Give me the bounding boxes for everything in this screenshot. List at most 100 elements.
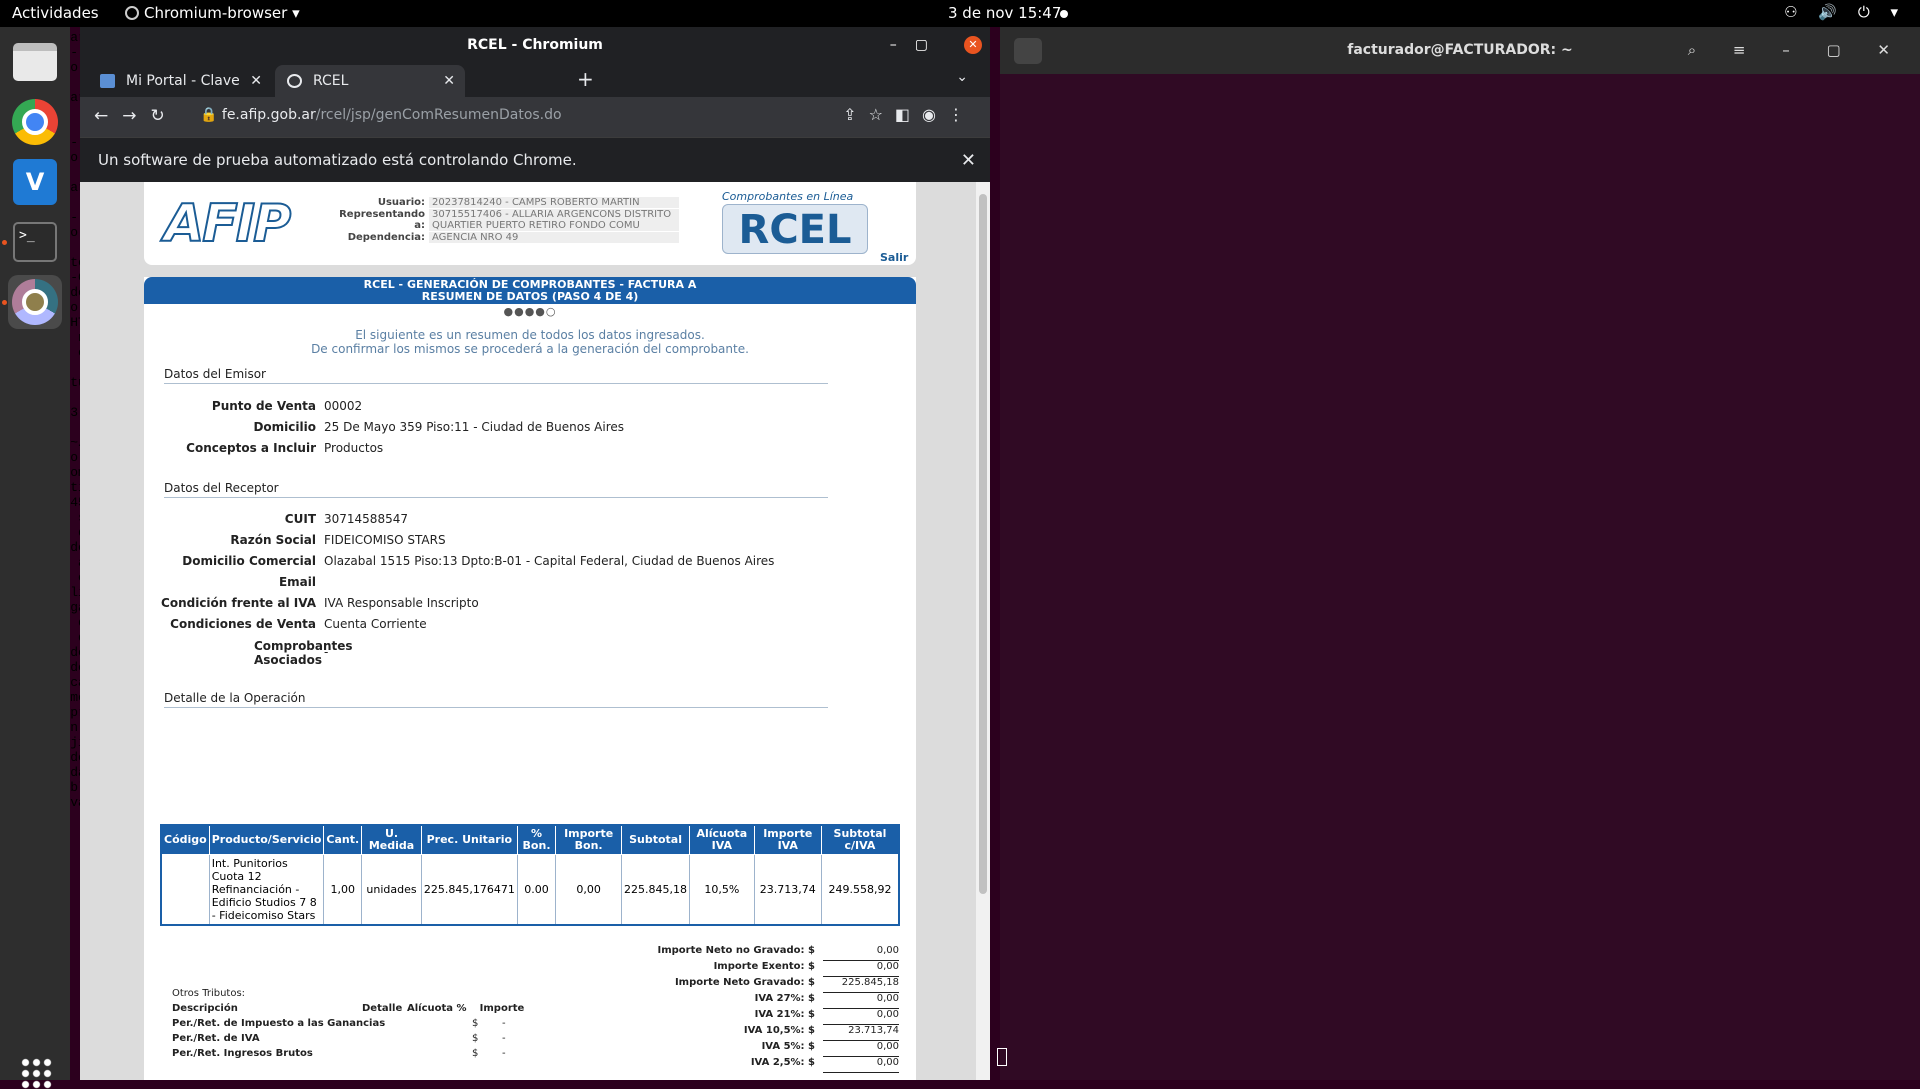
app-menu[interactable]: Chromium-browser ▾ [125,4,300,22]
total-value: 0,00 [823,1041,899,1057]
chromium-launcher[interactable] [8,275,62,329]
globe-icon [287,74,302,88]
table-header-row: Código Producto/Servicio Cant. U. Medida Pre… [160,824,900,855]
scrollbar[interactable] [976,182,990,1080]
total-row: IVA 10,5%: $ 23.713,74 [634,1025,899,1041]
window-title: RCEL - Chromium [467,37,603,53]
tab-search-icon[interactable]: ⌄ [956,69,968,85]
table-cell: unidades [361,854,422,926]
field-condicion-iva: Condición frente al IVA IVA Responsable I… [144,596,844,610]
close-infobar-icon[interactable]: ✕ [961,138,976,183]
column-header: Producto/Servicio [208,824,325,855]
activities-button[interactable]: Actividades [12,4,99,22]
table-cell: 249.558,92 [820,854,900,926]
field-label: Comprobantes Asociados [254,639,353,667]
terminal-titlebar: facturador@FACTURADOR: ~ ⌕ ≡ – ▢ ✕ [1000,27,1920,74]
afip-favicon-icon [100,74,115,88]
new-tab-button[interactable]: + [577,67,594,91]
representando-label: Representando a: [339,209,425,231]
field-email: Email [144,575,844,589]
vscode-icon: V [13,159,57,205]
field-label: CUIT [284,512,316,526]
top-bar: Actividades Chromium-browser ▾ 3 de nov … [0,0,1920,27]
field-razon-social: Razón Social FIDEICOMISO STARS [144,533,844,547]
tributo-desc: Per./Ret. de IVA [172,1033,260,1044]
address-bar[interactable]: 🔒 fe.afip.gob.ar/rcel/jsp/genComResumenD… [200,107,562,123]
total-label: IVA 2,5%: $ [750,1057,815,1068]
window-controls[interactable]: –▢ [890,27,946,63]
table-cell: 1,00 [323,854,363,926]
web-page: AFIP Usuario: 20237814240 - CAMPS ROBERTO… [80,182,990,1080]
notification-dot [1060,10,1068,18]
column-header: Alícuota IVA [689,824,755,855]
tributo-row: Per./Ret. Ingresos Brutos $ - [172,1048,532,1063]
field-value: Productos [324,441,384,455]
field-value: - [324,645,329,659]
section-detalle: Detalle de la Operación [164,691,828,708]
subtitle-line: RESUMEN DE DATOS (PASO 4 DE 4) [421,290,639,303]
field-label: Razón Social [230,533,316,547]
tributo-currency: $ [472,1018,479,1029]
terminal-launcher[interactable]: >_ [8,215,62,269]
clock[interactable]: 3 de nov 15:47 [948,4,1061,22]
field-label: Condiciones de Venta [170,617,316,631]
column-header: U. Medida [361,824,422,855]
files-launcher[interactable] [8,35,62,89]
app-name: Chromium-browser [144,4,288,22]
column-header: Subtotal c/IVA [820,824,900,855]
total-row: IVA 27%: $ 0,00 [634,993,899,1009]
nav-buttons[interactable]: ←→↻ [94,106,179,126]
tributo-importe: - [502,1018,506,1029]
column-header: Código [160,824,210,855]
app-grid-icon[interactable] [20,1057,52,1089]
tributo-desc: Per./Ret. Ingresos Brutos [172,1048,313,1059]
system-tray[interactable]: ⚇ 🔊 ⏻ ▾ [1784,3,1906,21]
tributo-row: Per./Ret. de IVA $ - [172,1033,532,1048]
field-value: 25 De Mayo 359 Piso:11 - Ciudad de Bueno… [324,420,624,434]
usuario-label: Usuario: [377,197,425,208]
field-comprobantes-asociados: Comprobantes Asociados - [144,639,844,667]
close-tab-icon[interactable]: ✕ [250,65,262,97]
chrome-launcher[interactable] [8,95,62,149]
table-cell: Int. Punitorios Cuota 12 Refinanciación … [208,854,325,926]
column-header: % Bon. [516,824,557,855]
salir-link[interactable]: Salir [880,251,908,264]
intro-line: De confirmar los mismos se procederá a l… [311,342,749,356]
field-domicilio: Domicilio 25 De Mayo 359 Piso:11 - Ciudad… [144,420,844,434]
total-label: IVA 10,5%: $ [743,1025,815,1036]
table-cell: 225.845,176471 [420,854,518,926]
field-label: Domicilio Comercial [182,554,316,568]
total-value: 225.845,18 [823,977,899,993]
table-cell: 0.00 [516,854,557,926]
table-cell: 225.845,18 [621,854,691,926]
field-label: Email [278,575,316,589]
running-indicator [2,300,7,305]
url-path: /rcel/jsp/genComResumenDatos.do [315,107,562,123]
automation-infobar: Un software de prueba automatizado está … [80,137,990,182]
terminal-controls[interactable]: ⌕ ≡ – ▢ ✕ [1688,27,1906,74]
total-row: Importe Neto Gravado: $ 225.845,18 [634,977,899,993]
close-tab-icon[interactable]: ✕ [443,65,455,97]
total-label: Importe Exento: $ [713,961,815,972]
tab-mi-portal[interactable]: Mi Portal - Clave Fiscal ✕ [88,65,272,121]
total-label: IVA 5%: $ [761,1041,815,1052]
representando-value: 30715517406 - ALLARIA ARGENCONS DISTRITO… [429,209,679,231]
field-label: Conceptos a Incluir [186,441,316,455]
afip-header: AFIP Usuario: 20237814240 - CAMPS ROBERTO… [144,182,916,265]
total-row: Importe Exento: $ 0,00 [634,961,899,977]
field-conceptos: Conceptos a Incluir Productos [144,441,844,455]
scroll-thumb[interactable] [979,194,987,894]
column-header: Prec. Unitario [420,824,518,855]
toolbar-actions[interactable]: ⇪☆◧◉⋮ [843,105,976,124]
infobar-text: Un software de prueba automatizado está … [98,151,577,169]
browser-titlebar: RCEL - Chromium –▢ ✕ [80,27,990,63]
vscode-launcher[interactable]: V [8,155,62,209]
new-tab-icon[interactable] [1014,38,1042,64]
tab-rcel[interactable]: RCEL ✕ [275,65,465,97]
close-icon[interactable]: ✕ [964,36,982,54]
total-label: IVA 27%: $ [754,993,815,1004]
column-header: Importe Bon. [555,824,623,855]
tributo-currency: $ [472,1048,479,1059]
otros-title: Otros Tributos: [172,988,246,999]
field-cuit: CUIT 30714588547 [144,512,844,526]
